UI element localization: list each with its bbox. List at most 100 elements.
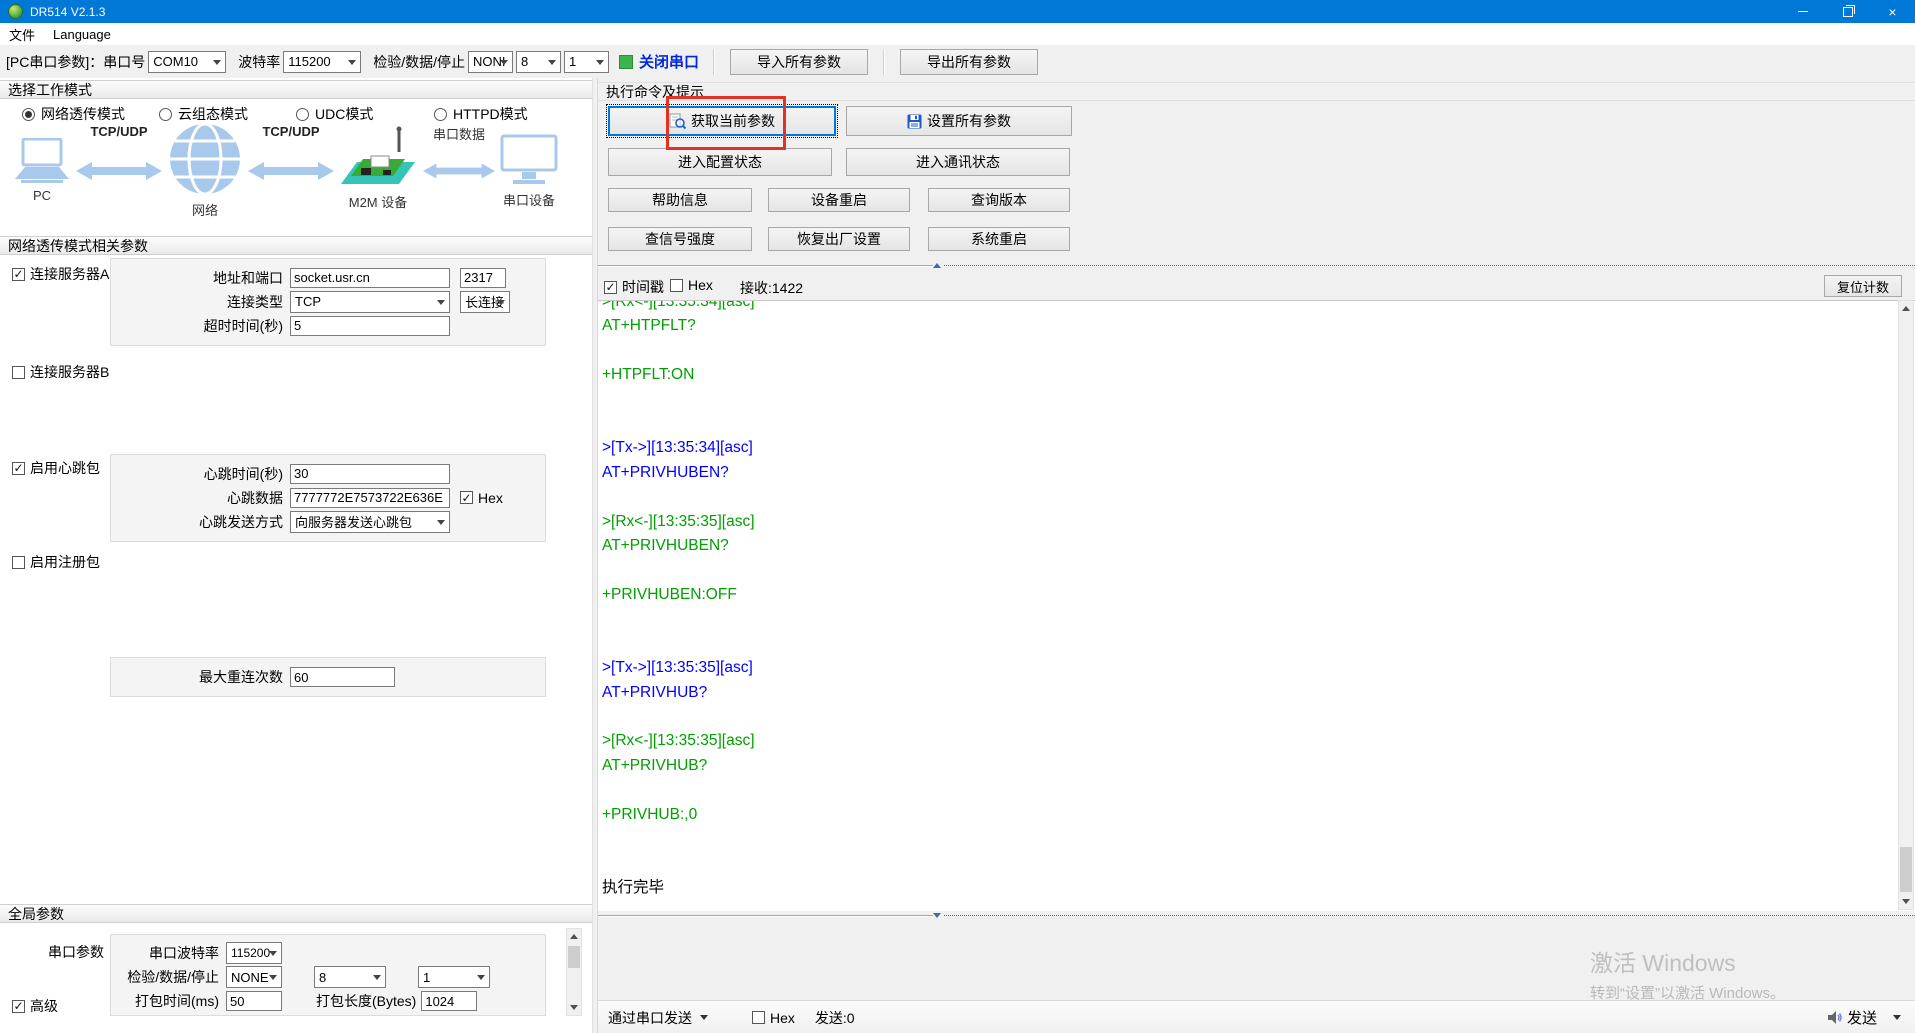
- heartbeat-checkbox[interactable]: 启用心跳包: [12, 458, 100, 478]
- close-button[interactable]: ×: [1870, 0, 1915, 23]
- log-hex-checkbox[interactable]: Hex: [670, 277, 713, 293]
- chevron-down-icon: [348, 59, 357, 65]
- link3-label: 串口数据: [432, 127, 485, 142]
- advanced-label: 高级: [30, 998, 58, 1014]
- server-b-checkbox[interactable]: 连接服务器B: [12, 362, 109, 382]
- chevron-down-icon: [269, 951, 277, 956]
- global-baud-label: 串口波特率: [149, 945, 219, 961]
- double-arrow-icon: [76, 162, 162, 180]
- global-stopbits-select[interactable]: 1: [418, 966, 490, 988]
- query-signal-button[interactable]: 查信号强度: [608, 227, 752, 251]
- menu-file[interactable]: 文件: [0, 23, 44, 45]
- chevron-down-icon[interactable]: [1893, 1015, 1901, 1020]
- menu-language[interactable]: Language: [44, 23, 120, 45]
- link2-label: TCP/UDP: [262, 124, 320, 139]
- factory-reset-label: 恢复出厂设置: [797, 231, 881, 247]
- log-hex-label: Hex: [688, 277, 713, 293]
- send-button[interactable]: 发送: [1847, 1007, 1877, 1028]
- close-port-link[interactable]: 关闭串口: [639, 51, 699, 72]
- scroll-up-icon[interactable]: [567, 929, 581, 944]
- laptop-icon: [15, 138, 69, 183]
- heartbeat-data-input[interactable]: [290, 487, 450, 508]
- scrollbar-thumb[interactable]: [1900, 847, 1912, 892]
- timeout-input[interactable]: [290, 315, 450, 336]
- m2m-label: M2M 设备: [348, 195, 408, 210]
- diagram-link1: TCP/UDP: [74, 122, 164, 182]
- import-params-button[interactable]: 导入所有参数: [730, 48, 869, 75]
- global-serial-box: 串口波特率 115200 检验/数据/停止 NONE 8 1 打包时间(ms) …: [110, 934, 546, 1016]
- annotation-red-rectangle: [666, 96, 786, 150]
- enter-comm-state-button[interactable]: 进入通讯状态: [846, 148, 1070, 176]
- device-restart-button[interactable]: 设备重启: [768, 188, 910, 212]
- chevron-down-icon: [269, 975, 277, 980]
- factory-reset-button[interactable]: 恢复出厂设置: [768, 227, 910, 251]
- query-version-button[interactable]: 查询版本: [928, 188, 1070, 212]
- globe-icon: [170, 122, 240, 196]
- heartbeat-hex-checkbox[interactable]: Hex: [460, 490, 503, 506]
- chevron-down-icon: [213, 59, 222, 65]
- parity-select[interactable]: NONI: [468, 50, 514, 73]
- export-params-button[interactable]: 导出所有参数: [900, 48, 1039, 75]
- send-bar: 通过串口发送 Hex 发送:0 发送: [598, 1000, 1915, 1033]
- heartbeat-mode-select[interactable]: 向服务器发送心跳包: [290, 510, 450, 533]
- pack-len-input[interactable]: [421, 991, 478, 1011]
- global-databits-select[interactable]: 8: [314, 966, 386, 988]
- log-line: >[Rx<-][13:35:34][asc]: [602, 300, 755, 310]
- send-hex-checkbox[interactable]: Hex: [752, 1010, 795, 1026]
- mode-diagram: PC TCP/UDP 网络 TCP/UDP M2M 设备 串口数据 串口设备: [10, 122, 582, 234]
- timestamp-checkbox[interactable]: 时间戳: [604, 277, 664, 297]
- reconnect-input[interactable]: [290, 667, 395, 687]
- diagram-pc: PC: [10, 122, 74, 203]
- databits-select[interactable]: 8: [516, 50, 562, 73]
- reset-count-button[interactable]: 复位计数: [1824, 275, 1902, 297]
- reset-count-label: 复位计数: [1836, 279, 1889, 295]
- pack-time-input[interactable]: [226, 991, 282, 1011]
- log-area[interactable]: >[Rx<-][13:35:34][asc] AT+HTPFLT? +HTPFLT…: [598, 300, 1915, 911]
- horizontal-splitter-bottom[interactable]: [598, 912, 1915, 919]
- chevron-down-icon[interactable]: [700, 1015, 708, 1020]
- minimize-button[interactable]: [1780, 0, 1825, 23]
- diagram-m2m: M2M 设备: [336, 122, 420, 211]
- server-a-checkbox[interactable]: 连接服务器A: [12, 264, 109, 284]
- chevron-down-icon: [596, 59, 605, 65]
- scroll-down-icon[interactable]: [567, 1000, 581, 1015]
- global-baud-select[interactable]: 115200: [226, 942, 282, 964]
- collapse-up-icon[interactable]: [933, 263, 941, 268]
- conn-type-value: TCP: [295, 294, 321, 309]
- heartbeat-time-input[interactable]: [290, 463, 450, 484]
- log-scrollbar[interactable]: [1898, 300, 1914, 910]
- app-icon: [8, 4, 23, 19]
- restore-button[interactable]: [1825, 0, 1870, 23]
- conn-type-select[interactable]: TCP: [290, 290, 450, 313]
- server-a-port-input[interactable]: [460, 267, 506, 288]
- register-packet-checkbox[interactable]: 启用注册包: [12, 552, 100, 572]
- global-parity-select[interactable]: NONE: [226, 966, 282, 988]
- radio-httpd-mode[interactable]: HTTPD模式: [434, 104, 528, 124]
- system-restart-button[interactable]: 系统重启: [928, 227, 1070, 251]
- log-line: >[Rx<-][13:35:35][asc]: [602, 512, 755, 530]
- com-port-select[interactable]: COM10: [148, 50, 227, 73]
- help-info-button[interactable]: 帮助信息: [608, 188, 752, 212]
- global-databits-value: 8: [319, 969, 327, 985]
- server-a-address-input[interactable]: [290, 267, 450, 288]
- stopbits-select[interactable]: 1: [564, 50, 610, 73]
- send-via-select[interactable]: 通过串口发送: [608, 1008, 692, 1028]
- advanced-checkbox[interactable]: 高级: [12, 996, 58, 1016]
- radio-cloud-mode[interactable]: 云组态模式: [159, 104, 248, 124]
- radio-net-passthrough[interactable]: 网络透传模式: [22, 104, 125, 124]
- horizontal-splitter-top[interactable]: [598, 262, 1915, 269]
- scroll-down-icon[interactable]: [1899, 894, 1913, 909]
- set-all-params-button[interactable]: 设置所有参数: [846, 106, 1072, 136]
- keepalive-select[interactable]: 长连接: [460, 290, 510, 313]
- baud-select[interactable]: 115200: [283, 50, 362, 73]
- enter-config-state-button[interactable]: 进入配置状态: [608, 148, 832, 176]
- collapse-down-icon[interactable]: [933, 913, 941, 918]
- scrollbar-thumb[interactable]: [568, 946, 580, 968]
- radio-udc-mode[interactable]: UDC模式: [296, 104, 373, 124]
- save-params-icon: [907, 114, 922, 128]
- scroll-up-icon[interactable]: [1899, 301, 1913, 316]
- left-panel-scrollbar[interactable]: [566, 928, 582, 1016]
- diagram-link2: TCP/UDP: [246, 122, 336, 182]
